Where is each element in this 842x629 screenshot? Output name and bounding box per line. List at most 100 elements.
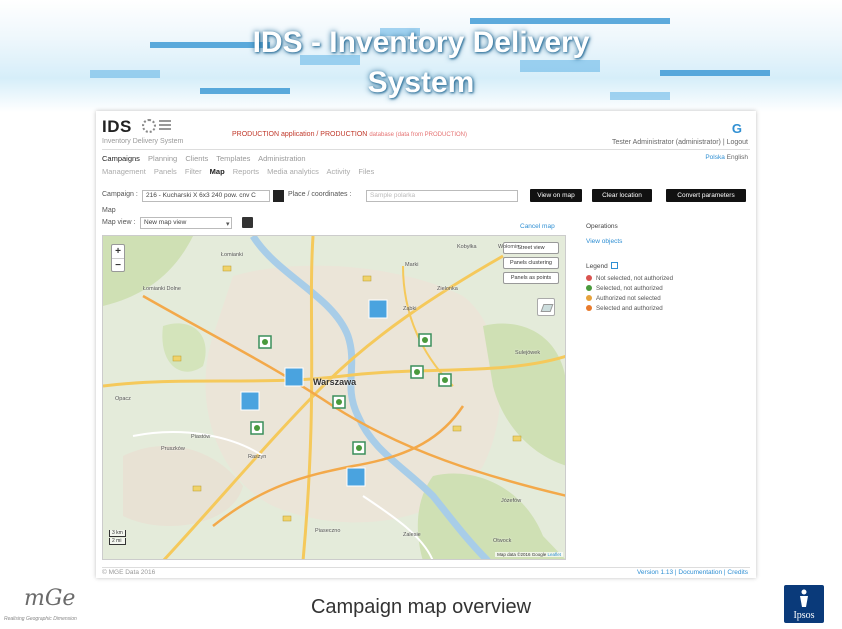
place-label: Raszyn (248, 454, 267, 460)
legend-label: Selected, not authorized (596, 285, 663, 292)
zoom-out-icon[interactable]: − (112, 258, 124, 271)
map-view-label: Map view : (102, 219, 136, 226)
forest-area (417, 473, 565, 559)
panel-marker-dot (254, 425, 260, 431)
tab-filter[interactable]: Filter (185, 167, 202, 176)
legend-dot (586, 275, 592, 281)
road-shield (172, 355, 182, 362)
nav-administration[interactable]: Administration (258, 154, 306, 163)
app-subtitle: Inventory Delivery System (102, 138, 184, 145)
legend-header: Legend (586, 262, 618, 270)
user-info[interactable]: Tester Administrator (administrator) | L… (612, 139, 748, 146)
place-label: Józefów (501, 498, 522, 504)
panel-cluster-marker[interactable] (346, 467, 366, 487)
app-logo[interactable]: IDS (102, 117, 132, 137)
slide-banner: IDS - Inventory Delivery System (0, 0, 842, 112)
layers-icon[interactable] (537, 298, 555, 316)
tab-activity[interactable]: Activity (327, 167, 351, 176)
tab-map[interactable]: Map (210, 167, 225, 176)
map-canvas[interactable]: + − Street view Panels clustering Panels… (102, 235, 566, 560)
campaign-label: Campaign : (102, 191, 138, 198)
legend-dot (586, 305, 592, 311)
tab-management[interactable]: Management (102, 167, 146, 176)
panel-marker-dot (422, 337, 428, 343)
panel-marker-dot (414, 369, 420, 375)
road-shield (282, 515, 292, 522)
legend-item: Authorized not selected (586, 295, 661, 302)
convert-parameters-button[interactable]: Convert parameters (666, 189, 746, 202)
chevron-down-icon[interactable]: ▾ (226, 220, 230, 228)
panel-cluster-marker[interactable] (284, 367, 304, 387)
ipsos-figure-icon (800, 589, 808, 607)
nav-planning[interactable]: Planning (148, 154, 177, 163)
view-objects-link[interactable]: View objects (586, 238, 622, 245)
road-shield (222, 265, 232, 272)
ipsos-wordmark: Ipsos (793, 610, 815, 621)
campaign-select[interactable]: 216 - Kucharski X 6x3 240 pow. cnv C (142, 190, 270, 202)
place-input[interactable]: Sample polarka (366, 190, 518, 202)
save-icon[interactable] (242, 217, 253, 228)
road-shield (362, 275, 372, 282)
operations-panel: Operations View objects Legend Not selec… (586, 223, 673, 312)
legend-label: Authorized not selected (596, 295, 661, 302)
copyright: © MGE Data 2016 (102, 569, 156, 576)
scale-km: 3 km (109, 530, 126, 537)
attribution-text: Map data ©2016 Google (497, 552, 547, 557)
panels-clustering-button[interactable]: Panels clustering (503, 257, 559, 269)
map-scale: 3 km 2 mi (109, 529, 126, 545)
place-label: Łomianki Dolne (143, 286, 181, 292)
panel-cluster-marker[interactable] (368, 299, 388, 319)
place-label: Pruszków (161, 446, 185, 452)
map-background (103, 236, 565, 559)
zoom-control: + − (111, 244, 125, 272)
tab-media-analytics[interactable]: Media analytics (267, 167, 319, 176)
lang-english[interactable]: English (727, 154, 748, 161)
place-label: Otwock (493, 538, 512, 544)
legend-item: Selected and authorized (586, 305, 663, 312)
place-label: Piaseczno (315, 528, 341, 534)
view-on-map-button[interactable]: View on map (530, 189, 582, 202)
nav-clients[interactable]: Clients (185, 154, 208, 163)
nav-campaigns[interactable]: Campaigns (102, 154, 140, 163)
panel-cluster-marker[interactable] (240, 391, 260, 411)
tab-panels[interactable]: Panels (154, 167, 177, 176)
map-view-select[interactable]: New map view (140, 217, 232, 229)
road-shield (192, 485, 202, 492)
legend-toggle-icon[interactable] (610, 262, 618, 269)
slide-caption: Campaign map overview (310, 596, 532, 618)
nav-templates[interactable]: Templates (216, 154, 250, 163)
legend-label: Not selected, not authorized (596, 275, 674, 282)
secondary-nav: Management Panels Filter Map Reports Med… (102, 167, 380, 176)
place-label: Opacz (115, 396, 131, 402)
version-links[interactable]: Version 1.13 | Documentation | Credits (637, 569, 748, 576)
place-label: Łomianki (221, 252, 244, 258)
header-divider (102, 149, 750, 150)
clear-location-button[interactable]: Clear location (592, 189, 652, 202)
environment-banner: PRODUCTION application / PRODUCTION data… (232, 131, 467, 138)
tab-files[interactable]: Files (358, 167, 374, 176)
logo-bars-icon (159, 120, 171, 132)
leaflet-link[interactable]: Leaflet (547, 552, 561, 557)
filter-icon[interactable] (273, 190, 284, 202)
legend-title: Legend (586, 263, 608, 270)
lang-polish[interactable]: Polska (705, 154, 725, 161)
place-label: Zielonka (437, 286, 458, 292)
ipsos-logo: Ipsos (784, 585, 824, 623)
panels-as-points-button[interactable]: Panels as points (503, 272, 559, 284)
panel-marker-dot (336, 399, 342, 405)
city-label: Warszawa (313, 377, 357, 387)
language-switch: Polska English (705, 154, 748, 161)
cancel-map-link[interactable]: Cancel map (520, 223, 555, 230)
panel-marker-dot (442, 377, 448, 383)
place-label: Piastów (191, 434, 211, 440)
tab-reports[interactable]: Reports (233, 167, 259, 176)
place-label: Place / coordinates : (288, 191, 352, 198)
road-shield (512, 435, 522, 442)
environment-label: PRODUCTION application / PRODUCTION (232, 131, 368, 138)
place-label: Kobyłka (457, 244, 477, 250)
zoom-in-icon[interactable]: + (112, 245, 124, 258)
slide-title-line2: System (367, 66, 475, 99)
panel-marker-dot (262, 339, 268, 345)
legend-dot (586, 295, 592, 301)
place-label: Sulejówek (515, 350, 541, 356)
